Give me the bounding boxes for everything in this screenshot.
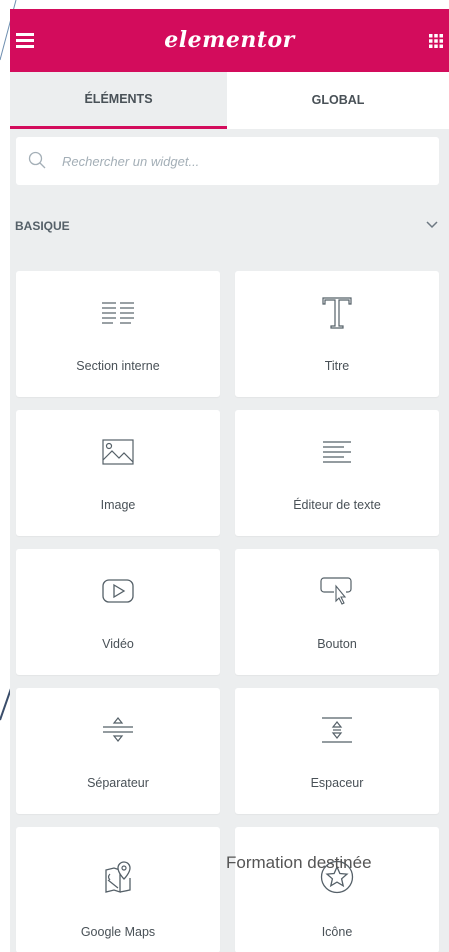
widget-text-editor[interactable]: Éditeur de texte: [235, 410, 439, 536]
widget-button[interactable]: Bouton: [235, 549, 439, 675]
apps-grid-icon[interactable]: [429, 34, 443, 48]
chevron-down-icon[interactable]: [426, 221, 438, 229]
widget-divider[interactable]: Séparateur: [16, 688, 220, 814]
widget-label: Bouton: [317, 637, 357, 651]
button-icon: [320, 577, 352, 605]
widget-label: Espaceur: [310, 776, 364, 790]
image-icon: [102, 439, 134, 465]
widget-inner-section[interactable]: Section interne: [16, 271, 220, 397]
widget-label: Icône: [321, 925, 353, 939]
video-icon: [102, 579, 134, 603]
widget-label: Google Maps: [80, 925, 156, 939]
panel-header: elementor: [10, 9, 449, 72]
elementor-logo: elementor: [164, 27, 295, 53]
inner-section-icon: [102, 302, 134, 324]
google-maps-icon: [105, 861, 131, 893]
category-title[interactable]: BASIQUE: [15, 219, 70, 233]
divider-icon: [103, 717, 133, 742]
text-editor-icon: [323, 441, 351, 463]
widget-label: Éditeur de texte: [293, 498, 381, 512]
spacer-icon: [322, 717, 352, 743]
heading-icon: [322, 297, 352, 329]
widget-label: Titre: [324, 359, 350, 373]
widget-label: Séparateur: [87, 776, 149, 790]
panel-tabs: ÉLÉMENTS GLOBAL: [10, 72, 449, 129]
widget-image[interactable]: Image: [16, 410, 220, 536]
search-input[interactable]: [60, 149, 424, 173]
widget-video[interactable]: Vidéo: [16, 549, 220, 675]
widget-label: Image: [100, 498, 136, 512]
search-icon: [28, 151, 46, 169]
tab-elements[interactable]: ÉLÉMENTS: [10, 72, 227, 129]
widget-label: Vidéo: [102, 637, 134, 651]
widget-icon[interactable]: Icône: [235, 827, 439, 952]
widget-label: Section interne: [76, 359, 160, 373]
widget-google-maps[interactable]: Google Maps: [16, 827, 220, 952]
tab-global[interactable]: GLOBAL: [227, 72, 449, 129]
search-box: [16, 137, 439, 185]
widget-spacer[interactable]: Espaceur: [235, 688, 439, 814]
overlay-text: Formation destinée: [226, 853, 372, 872]
widget-heading[interactable]: Titre: [235, 271, 439, 397]
elementor-panel: elementor ÉLÉMENTS GLOBAL BASIQUE: [10, 9, 449, 952]
